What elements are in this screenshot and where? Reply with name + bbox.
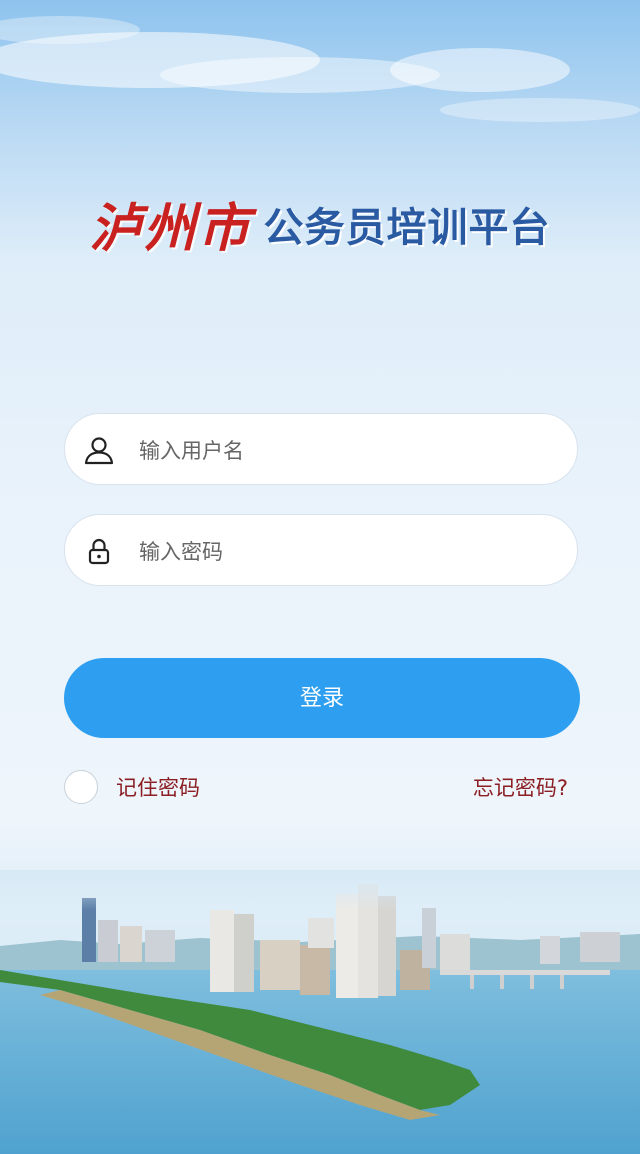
password-input[interactable] xyxy=(137,531,561,573)
username-input[interactable] xyxy=(137,430,561,472)
city-skyline-image xyxy=(0,870,640,1154)
sky-clouds xyxy=(0,16,640,122)
city-name: 泸州市 xyxy=(89,198,252,259)
password-field[interactable] xyxy=(64,514,578,586)
platform-name: 公务员培训平台 xyxy=(263,204,551,251)
username-field[interactable] xyxy=(64,413,578,485)
app-title: 泸州市 公务员培训平台 xyxy=(0,186,640,261)
login-button[interactable]: 登录 xyxy=(64,658,580,738)
user-icon xyxy=(84,437,114,465)
lock-icon xyxy=(88,538,110,565)
remember-password-radio[interactable] xyxy=(64,770,98,804)
forgot-password-link[interactable]: 忘记密码? xyxy=(473,772,568,802)
remember-password-label[interactable]: 记住密码 xyxy=(116,772,200,802)
